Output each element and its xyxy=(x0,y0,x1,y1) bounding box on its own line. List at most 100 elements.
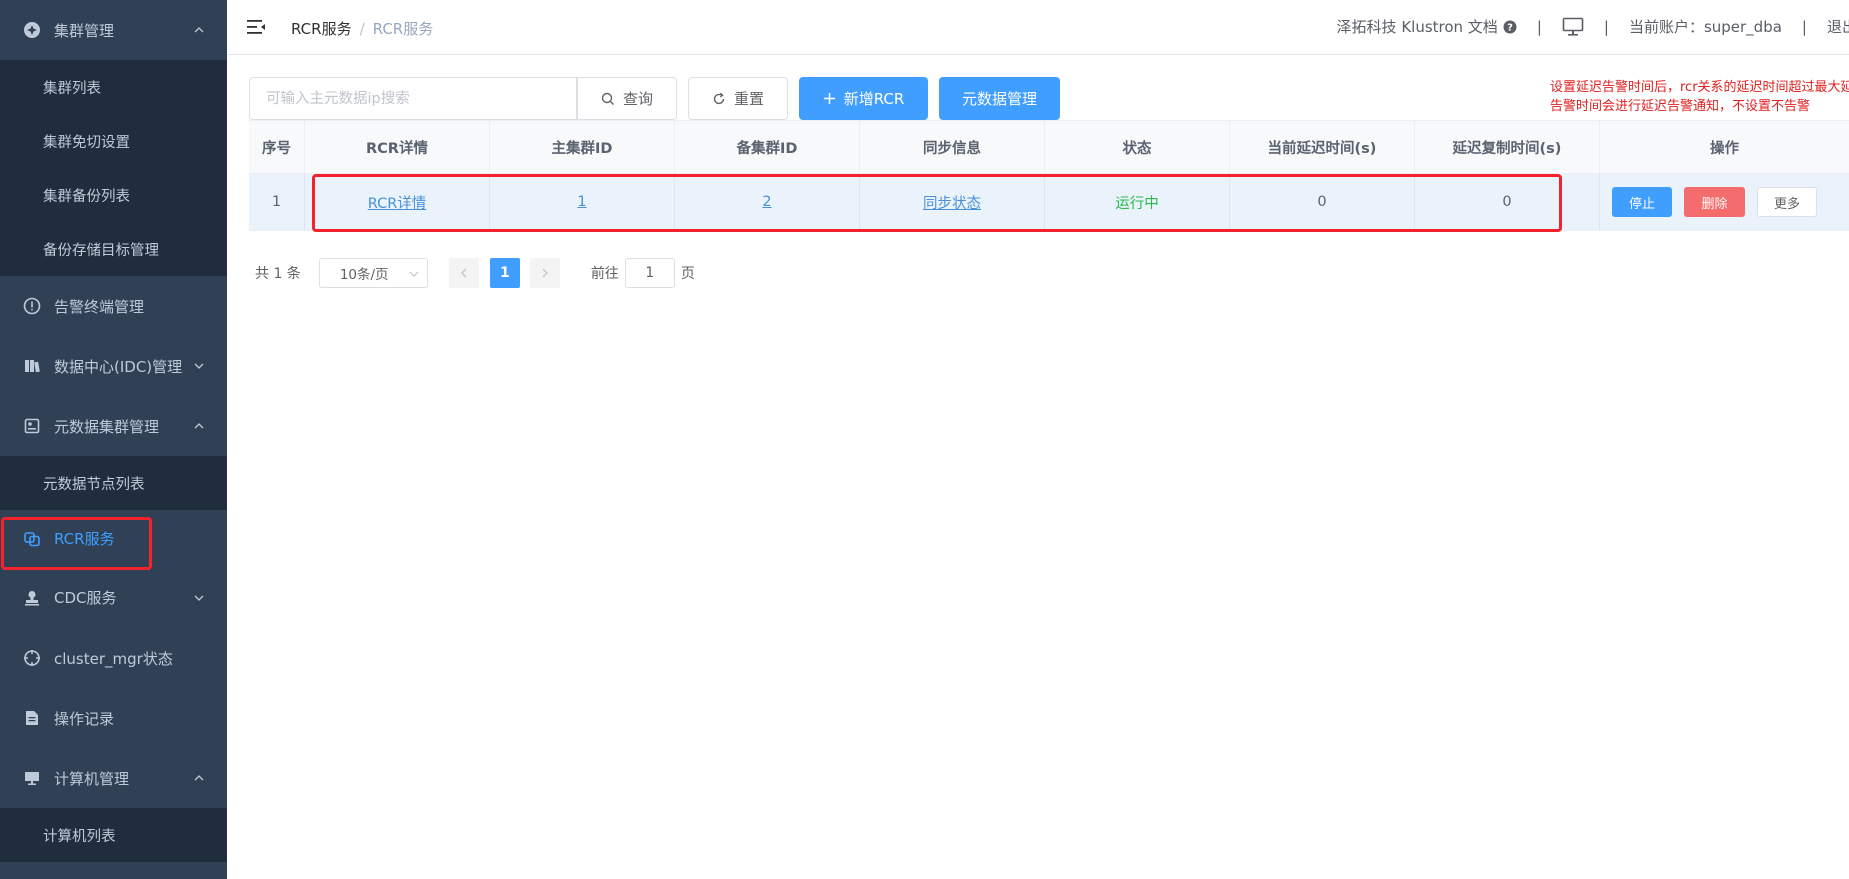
note-line-1: 设置延迟告警时间后，rcr关系的延迟时间超过最大延 xyxy=(1550,80,1849,95)
menu-cluster-management[interactable]: 集群管理 xyxy=(0,0,227,60)
cell-replication-delay: 0 xyxy=(1415,174,1600,230)
reset-button[interactable]: 重置 xyxy=(688,77,788,120)
menu-label: 操作记录 xyxy=(54,709,115,728)
chevron-up-icon xyxy=(194,775,204,781)
search-icon xyxy=(601,92,615,106)
column-header: 备集群ID xyxy=(675,121,860,173)
column-header: 序号 xyxy=(249,121,305,173)
column-header: 同步信息 xyxy=(860,121,1045,173)
sidebar-item-cluster-list[interactable]: 集群列表 xyxy=(0,60,227,114)
column-header: RCR详情 xyxy=(305,121,490,173)
total-count: 共 1 条 xyxy=(255,266,301,282)
monitor-screen-icon[interactable] xyxy=(1562,17,1584,37)
master-cluster-link[interactable]: 1 xyxy=(577,194,586,210)
sidebar: 集群管理 集群列表 集群免切设置 集群备份列表 备份存储目标管理 告警终端管理 … xyxy=(0,0,227,879)
menu-cdc-service[interactable]: CDC服务 xyxy=(0,567,227,628)
help-icon[interactable]: ? xyxy=(1503,20,1517,34)
cell-detail: RCR详情 xyxy=(305,174,490,230)
submenu-cluster: 集群列表 集群免切设置 集群备份列表 备份存储目标管理 xyxy=(0,60,227,276)
menu-label: 计算机管理 xyxy=(54,769,130,788)
menu-label: 集群管理 xyxy=(54,21,115,40)
next-page-button[interactable] xyxy=(529,258,560,288)
column-header: 状态 xyxy=(1045,121,1230,173)
sidebar-item-failover-settings[interactable]: 集群免切设置 xyxy=(0,114,227,168)
page-number-1[interactable]: 1 xyxy=(489,258,520,288)
page-suffix: 页 xyxy=(680,266,695,282)
gear-icon xyxy=(22,20,42,40)
document-icon xyxy=(22,708,42,728)
crosshair-icon xyxy=(22,648,42,668)
menu-label: CDC服务 xyxy=(54,589,117,607)
sidebar-item-metadata-nodes[interactable]: 元数据节点列表 xyxy=(0,456,227,510)
sub-item-label: 备份存储目标管理 xyxy=(43,242,159,259)
sub-item-label: 集群备份列表 xyxy=(43,188,130,205)
header-divider: | xyxy=(1603,17,1609,36)
cell-operations: 停止 删除 更多 xyxy=(1600,174,1849,230)
delay-alarm-note: 设置延迟告警时间后，rcr关系的延迟时间超过最大延 告警时间会进行延迟告警通知，… xyxy=(1550,78,1849,116)
menu-label: RCR服务 xyxy=(54,530,115,548)
menu-cluster-mgr-status[interactable]: cluster_mgr状态 xyxy=(0,628,227,688)
table-row: 1 RCR详情 1 2 同步状态 运行中 0 0 停止 删除 更多 xyxy=(249,174,1849,231)
stamp-icon xyxy=(22,588,42,608)
menu-metadata-cluster[interactable]: 元数据集群管理 xyxy=(0,396,227,456)
column-header: 主集群ID xyxy=(490,121,675,173)
menu-rcr-service[interactable]: RCR服务 xyxy=(0,510,227,567)
breadcrumb-separator: / xyxy=(359,20,365,38)
submenu-computer: 计算机列表 xyxy=(0,808,227,862)
header-divider: | xyxy=(1536,17,1542,36)
sub-item-label: 集群列表 xyxy=(43,80,101,97)
standby-cluster-link[interactable]: 2 xyxy=(762,194,771,210)
submenu-metadata: 元数据节点列表 xyxy=(0,456,227,510)
sync-status-link[interactable]: 同步状态 xyxy=(923,192,981,213)
menu-operation-log[interactable]: 操作记录 xyxy=(0,688,227,748)
chevron-down-icon xyxy=(194,363,204,369)
cell-sync: 同步状态 xyxy=(860,174,1045,230)
menu-alarm-terminal[interactable]: 告警终端管理 xyxy=(0,276,227,336)
menu-label: 告警终端管理 xyxy=(54,297,145,316)
chevron-up-icon xyxy=(194,27,204,33)
prev-page-button[interactable] xyxy=(448,258,479,288)
rcr-detail-link[interactable]: RCR详情 xyxy=(368,192,427,213)
chevron-left-icon xyxy=(460,268,467,278)
cell-index: 1 xyxy=(249,174,305,230)
page-size-value: 10条/页 xyxy=(339,267,389,283)
docs-link[interactable]: 泽拓科技 Klustron 文档 xyxy=(1337,16,1498,37)
chevron-down-icon xyxy=(409,271,419,277)
metadata-management-button[interactable]: 元数据管理 xyxy=(939,77,1060,120)
breadcrumb-item[interactable]: RCR服务 xyxy=(291,20,352,38)
page-size-select[interactable]: 10条/页 xyxy=(318,258,428,288)
building-icon xyxy=(22,356,42,376)
search-button[interactable]: 查询 xyxy=(577,77,677,120)
pagination: 共 1 条 10条/页 1 前往 页 xyxy=(255,258,695,288)
search-input[interactable] xyxy=(249,77,577,120)
menu-computer-management[interactable]: 计算机管理 xyxy=(0,748,227,808)
sidebar-item-backup-list[interactable]: 集群备份列表 xyxy=(0,168,227,222)
chevron-right-icon xyxy=(542,268,548,278)
delete-button[interactable]: 删除 xyxy=(1684,187,1745,217)
sidebar-item-computer-list[interactable]: 计算机列表 xyxy=(0,808,227,862)
header-right: 泽拓科技 Klustron 文档 ? | | 当前账户：super_dba | … xyxy=(1337,16,1849,37)
table-header: 序号 RCR详情 主集群ID 备集群ID 同步信息 状态 当前延迟时间(s) 延… xyxy=(249,120,1849,174)
monitor-icon xyxy=(22,768,42,788)
goto-page-input[interactable] xyxy=(624,258,675,288)
search-button-label: 查询 xyxy=(622,90,653,108)
add-rcr-button-label: 新增RCR xyxy=(843,90,905,108)
sidebar-item-backup-storage[interactable]: 备份存储目标管理 xyxy=(0,222,227,276)
cell-standby-id: 2 xyxy=(675,174,860,230)
column-header: 延迟复制时间(s) xyxy=(1415,121,1600,173)
more-button[interactable]: 更多 xyxy=(1757,187,1817,217)
column-header: 操作 xyxy=(1710,140,1739,157)
status-text: 运行中 xyxy=(1115,195,1159,212)
sub-item-label: 集群免切设置 xyxy=(43,134,130,151)
logout-link[interactable]: 退出 xyxy=(1827,16,1849,37)
cell-master-id: 1 xyxy=(490,174,675,230)
hamburger-menu-icon[interactable] xyxy=(246,17,266,37)
menu-idc-management[interactable]: 数据中心(IDC)管理 xyxy=(0,336,227,396)
header-divider: | xyxy=(1801,17,1807,36)
stop-button[interactable]: 停止 xyxy=(1612,187,1672,217)
add-rcr-button[interactable]: 新增RCR xyxy=(799,77,928,120)
chevron-down-icon xyxy=(194,595,204,601)
menu-label: cluster_mgr状态 xyxy=(54,649,173,668)
sub-item-label: 元数据节点列表 xyxy=(43,476,145,493)
svg-text:?: ? xyxy=(1507,22,1513,33)
